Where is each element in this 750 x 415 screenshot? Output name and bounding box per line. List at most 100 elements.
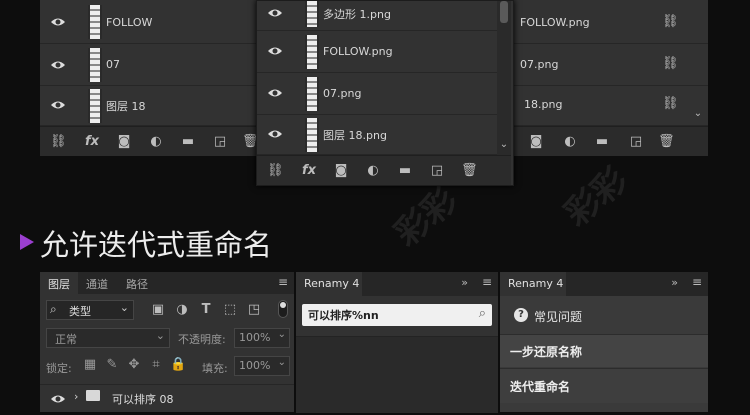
folder-icon[interactable]: ▬ — [180, 134, 196, 150]
collapse-icon[interactable]: » — [461, 276, 468, 289]
layer-row[interactable]: 多边形 1.png — [257, 1, 497, 31]
chevron-down-icon: ⌄ — [277, 357, 286, 368]
layers-panel: 图层 通道 路径 ≡ ⌕ 类型 ⌄ ▣ ◑ T ⬚ ◳ 正常 ⌄ 不透明度: 1… — [40, 272, 294, 412]
layer-row[interactable]: 07.png ⛓ — [510, 44, 708, 86]
fill-field[interactable]: 100% ⌄ — [234, 356, 290, 376]
chevron-down-icon[interactable]: ⌄ — [496, 137, 512, 153]
lock-transparency-icon[interactable]: ▦ — [82, 357, 98, 373]
adjustment-icon[interactable]: ◐ — [562, 134, 578, 150]
tab-paths[interactable]: 路径 — [120, 272, 158, 294]
new-layer-icon[interactable]: ◲ — [212, 134, 228, 150]
layer-row[interactable]: FOLLOW — [40, 0, 258, 44]
layer-row[interactable]: › 可以排序 08 — [40, 384, 294, 413]
fx-icon[interactable]: fx — [301, 163, 317, 179]
mask-icon[interactable]: ◙ — [116, 134, 132, 150]
layer-row[interactable]: 18.png ⛓ ⌄ — [510, 86, 708, 126]
eye-icon[interactable] — [267, 128, 283, 140]
adjustment-icon[interactable]: ◐ — [148, 134, 164, 150]
shape-filter-icon[interactable]: ⬚ — [222, 302, 238, 318]
layer-name: 图层 18.png — [323, 129, 387, 142]
new-layer-icon[interactable]: ◲ — [628, 134, 644, 150]
eye-icon[interactable] — [50, 59, 66, 71]
tab-renamy[interactable]: Renamy 4 — [500, 272, 566, 296]
search-icon[interactable]: ⌕ — [479, 306, 486, 321]
eye-icon[interactable] — [267, 7, 283, 19]
faq-button[interactable]: ? 常见问题 — [500, 296, 708, 332]
folder-icon[interactable]: ▬ — [594, 134, 610, 150]
opacity-field[interactable]: 100% ⌄ — [234, 328, 290, 348]
tab-channels[interactable]: 通道 — [80, 272, 118, 294]
layer-row[interactable]: 07 — [40, 44, 258, 86]
link-icon[interactable]: ⛓ — [267, 163, 284, 179]
layers-toolbar: ◙ ◐ ▬ ◲ 🗑 — [510, 126, 708, 156]
heading-text: 允许迭代式重命名 — [40, 228, 273, 262]
smart-object-filter-icon[interactable]: ◳ — [246, 302, 262, 318]
layer-row[interactable]: FOLLOW.png — [257, 31, 497, 73]
tab-label: Renamy 4 — [508, 277, 564, 290]
blend-mode-select[interactable]: 正常 ⌄ — [46, 328, 170, 348]
menu-item-restore-name[interactable]: 一步还原名称 — [500, 334, 708, 367]
layer-row[interactable]: FOLLOW.png ⛓ — [510, 0, 708, 44]
eye-icon[interactable] — [50, 393, 66, 405]
trash-icon[interactable]: 🗑 — [658, 134, 675, 150]
adjustment-icon[interactable]: ◐ — [365, 163, 381, 179]
layer-row[interactable]: 图层 18.png — [257, 115, 497, 155]
lock-artboard-icon[interactable]: ⌗ — [148, 357, 164, 373]
chevron-down-icon: ⌄ — [277, 329, 286, 340]
link-icon[interactable]: ⛓ — [662, 96, 679, 112]
scrollbar-thumb[interactable] — [500, 1, 508, 23]
chevron-down-icon: ⌄ — [155, 329, 165, 342]
filter-select[interactable]: ⌕ 类型 ⌄ — [46, 300, 134, 320]
new-layer-icon[interactable]: ◲ — [429, 163, 445, 179]
mask-icon[interactable]: ◙ — [528, 134, 544, 150]
rename-input[interactable]: 可以排序%nn ⌕ — [302, 304, 492, 326]
eye-icon[interactable] — [50, 99, 66, 111]
panel-menu-icon[interactable]: ≡ — [692, 275, 702, 289]
mask-icon[interactable]: ◙ — [333, 163, 349, 179]
fill-value: 100% — [239, 359, 271, 372]
layer-row[interactable]: 图层 18 — [40, 86, 258, 126]
results-area — [296, 336, 498, 413]
layer-thumbnail — [305, 35, 319, 69]
search-icon: ⌕ — [50, 302, 57, 316]
chevron-down-icon[interactable]: ⌄ — [690, 106, 706, 122]
fx-icon[interactable]: fx — [84, 134, 100, 150]
adjustment-filter-icon[interactable]: ◑ — [174, 302, 190, 318]
folder-icon — [86, 390, 100, 401]
image-filter-icon[interactable]: ▣ — [150, 302, 166, 318]
layer-thumbnail — [88, 5, 102, 39]
lock-all-icon[interactable]: 🔒 — [170, 357, 186, 373]
opacity-value: 100% — [239, 331, 271, 344]
collapse-icon[interactable]: » — [671, 276, 678, 289]
eye-icon[interactable] — [267, 87, 283, 99]
layer-thumbnail — [305, 118, 319, 152]
menu-item-label: 一步还原名称 — [510, 345, 583, 359]
link-icon[interactable]: ⛓ — [662, 56, 679, 72]
lock-move-icon[interactable]: ✥ — [126, 357, 142, 373]
layer-thumbnail — [305, 1, 319, 27]
link-icon[interactable]: ⛓ — [50, 134, 67, 150]
link-icon[interactable]: ⛓ — [662, 14, 679, 30]
watermark: 彩彩 — [387, 180, 466, 255]
layer-name: 18.png — [524, 98, 563, 111]
panel-menu-icon[interactable]: ≡ — [482, 275, 492, 289]
tab-layers[interactable]: 图层 — [40, 272, 78, 294]
panel-menu-icon[interactable]: ≡ — [278, 275, 288, 289]
tab-renamy[interactable]: Renamy 4 — [296, 272, 362, 296]
trash-icon[interactable]: 🗑 — [461, 163, 478, 179]
filter-toggle[interactable] — [278, 300, 288, 318]
eye-icon[interactable] — [50, 16, 66, 28]
top-right-layers-panel: FOLLOW.png ⛓ 07.png ⛓ 18.png ⛓ ⌄ ◙ ◐ ▬ ◲… — [510, 0, 708, 156]
layers-toolbar: ⛓ fx ◙ ◐ ▬ ◲ 🗑 — [40, 126, 259, 156]
type-filter-icon[interactable]: T — [198, 302, 214, 318]
folder-icon[interactable]: ▬ — [397, 163, 413, 179]
help-icon: ? — [514, 308, 528, 322]
scrollbar[interactable]: ⌄ — [497, 1, 511, 155]
renamy-panel-menu: Renamy 4 » ≡ ? 常见问题 一步还原名称 迭代重命名 — [500, 272, 708, 412]
chevron-right-icon[interactable]: › — [74, 390, 78, 403]
menu-item-iterative-rename[interactable]: 迭代重命名 — [500, 368, 708, 403]
layer-row[interactable]: 07.png — [257, 73, 497, 115]
lock-paint-icon[interactable]: ✎ — [104, 357, 120, 373]
layer-name: FOLLOW.png — [520, 16, 590, 29]
eye-icon[interactable] — [267, 45, 283, 57]
